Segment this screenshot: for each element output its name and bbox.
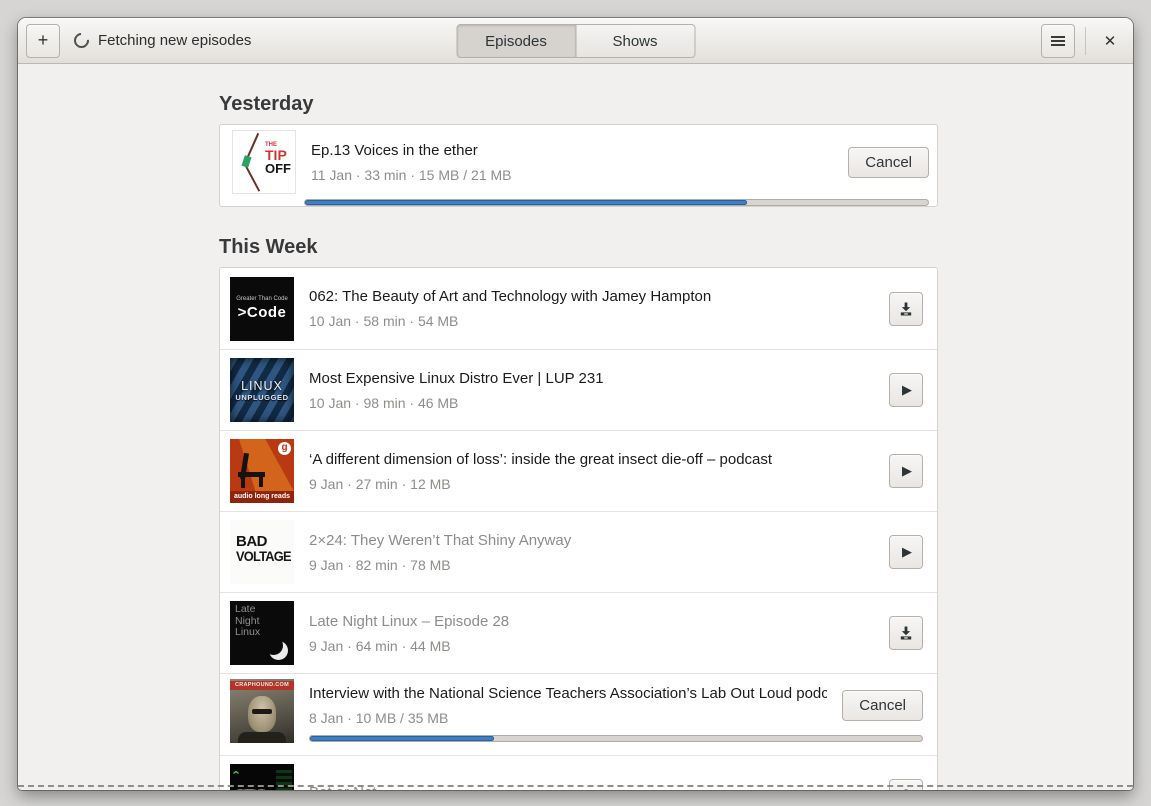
episode-title: ‘A different dimension of loss’: inside …: [309, 450, 773, 468]
podcast-artwork-tip-off: THE TIP OFF: [232, 130, 296, 194]
add-podcast-button[interactable]: +: [26, 23, 60, 58]
episode-meta: 9 Jan · 82 min · 78 MB: [309, 556, 451, 573]
podcasts-app-window: + Fetching new episodes Episodes Shows ✕…: [18, 18, 1133, 790]
download-button[interactable]: [889, 616, 923, 650]
view-switcher: Episodes Shows: [456, 24, 695, 58]
podcast-artwork-greater-than-code: Greater Than Code >Code: [230, 276, 294, 341]
artwork-text: Linux: [235, 626, 261, 638]
episode-title: Ep.13 Voices in the ether: [311, 141, 478, 159]
moon-illustration: [264, 636, 288, 660]
spinner-icon: [70, 29, 93, 52]
artwork-text: UNPLUGGED: [235, 392, 289, 402]
header-separator: [1085, 26, 1086, 55]
episode-row[interactable]: g audio long reads ‘A different dimensio…: [220, 430, 937, 511]
episode-title: Late Night Linux – Episode 28: [309, 612, 510, 630]
episode-row-downloading[interactable]: CRAPHOUND.COM Interview with the Nationa…: [220, 673, 937, 755]
episode-meta: 10 Jan · 58 min · 54 MB: [309, 313, 459, 329]
artwork-text: >Code: [237, 304, 287, 321]
chevron-decoration: ›: [230, 770, 243, 774]
podcast-artwork-audio-long-reads: g audio long reads: [230, 439, 294, 503]
play-icon: ▶: [902, 382, 912, 397]
podcast-artwork-bad-voltage: BAD VOLTAGE: [230, 520, 294, 584]
header-bar: + Fetching new episodes Episodes Shows ✕: [18, 18, 1133, 64]
section-heading-yesterday: Yesterday: [219, 93, 314, 115]
episode-meta: 9 Jan · 64 min · 44 MB: [309, 637, 451, 654]
tab-shows[interactable]: Shows: [575, 24, 695, 58]
episode-row-downloading[interactable]: THE TIP OFF Ep.13 Voices in the ether 11…: [219, 124, 938, 207]
download-progress-bar: [304, 199, 929, 206]
portrait-illustration: [248, 696, 276, 732]
artwork-text: CRAPHOUND.COM: [230, 681, 294, 690]
cancel-download-button[interactable]: Cancel: [842, 690, 923, 721]
episode-title: 062: The Beauty of Art and Technology wi…: [309, 288, 712, 305]
download-icon: [900, 626, 912, 640]
artwork-text: OFF: [265, 161, 291, 176]
podcast-artwork-late-night-linux: Late Night Linux: [230, 601, 294, 665]
play-icon: ▶: [902, 463, 912, 478]
download-progress-fill: [310, 736, 494, 741]
download-icon: [904, 789, 908, 790]
artwork-text: audio long reads: [230, 491, 294, 503]
artwork-text: TIP: [265, 147, 287, 163]
episodes-view: Yesterday THE TIP OFF Ep.13 Voices in th…: [18, 64, 1133, 790]
status-area: Fetching new episodes: [70, 29, 252, 52]
tab-episodes[interactable]: Episodes: [456, 24, 576, 58]
menu-button[interactable]: [1041, 23, 1075, 58]
episode-title: Most Expensive Linux Distro Ever | LUP 2…: [309, 369, 604, 387]
episode-meta: 10 Jan · 98 min · 46 MB: [309, 394, 459, 411]
episode-row[interactable]: BAD VOLTAGE 2×24: They Weren’t That Shin…: [220, 511, 937, 592]
status-text: Fetching new episodes: [98, 32, 252, 49]
podcast-artwork-craphound: CRAPHOUND.COM: [230, 679, 294, 743]
header-right-controls: ✕: [1041, 23, 1125, 58]
artwork-text: Greater Than Code: [236, 296, 288, 302]
section-heading-this-week: This Week: [219, 236, 318, 258]
episode-meta: 8 Jan · 10 MB / 35 MB: [309, 710, 449, 726]
close-icon: ✕: [1103, 32, 1117, 50]
artwork-text: VOLTAGE: [236, 549, 292, 564]
play-button[interactable]: ▶: [889, 373, 923, 407]
episode-list: Greater Than Code >Code 062: The Beauty …: [219, 267, 938, 790]
episode-title: Interview with the National Science Teac…: [309, 685, 828, 702]
episode-title: 2×24: They Weren’t That Shiny Anyway: [309, 531, 572, 549]
chair-illustration: [238, 453, 265, 488]
download-progress-bar: [309, 735, 923, 742]
download-button[interactable]: [889, 291, 923, 326]
episode-meta: 11 Jan · 33 min · 15 MB / 21 MB: [311, 166, 512, 183]
hamburger-icon: [1051, 39, 1065, 42]
cancel-download-button[interactable]: Cancel: [848, 146, 929, 178]
artwork-text: BAD: [236, 533, 268, 550]
guardian-logo: g: [278, 442, 291, 455]
download-icon: [900, 302, 912, 315]
episode-meta: 9 Jan · 27 min · 12 MB: [309, 475, 451, 492]
episode-row[interactable]: LINUX UNPLUGGED Most Expensive Linux Dis…: [220, 349, 937, 430]
episode-row[interactable]: Late Night Linux Late Night Linux – Epis…: [220, 592, 937, 673]
close-button[interactable]: ✕: [1095, 26, 1125, 56]
episode-row[interactable]: Greater Than Code >Code 062: The Beauty …: [220, 268, 937, 349]
artwork-text: Late: [235, 603, 256, 615]
play-button[interactable]: ▶: [889, 454, 923, 488]
play-icon: ▶: [902, 544, 912, 559]
podcast-artwork-linux-unplugged: LINUX UNPLUGGED: [230, 358, 294, 422]
scroll-undershoot-indicator: [18, 785, 1133, 787]
play-button[interactable]: ▶: [889, 535, 923, 569]
artwork-text: LINUX: [241, 378, 283, 393]
artwork-text: IRL: [238, 787, 272, 790]
download-progress-fill: [305, 200, 748, 205]
